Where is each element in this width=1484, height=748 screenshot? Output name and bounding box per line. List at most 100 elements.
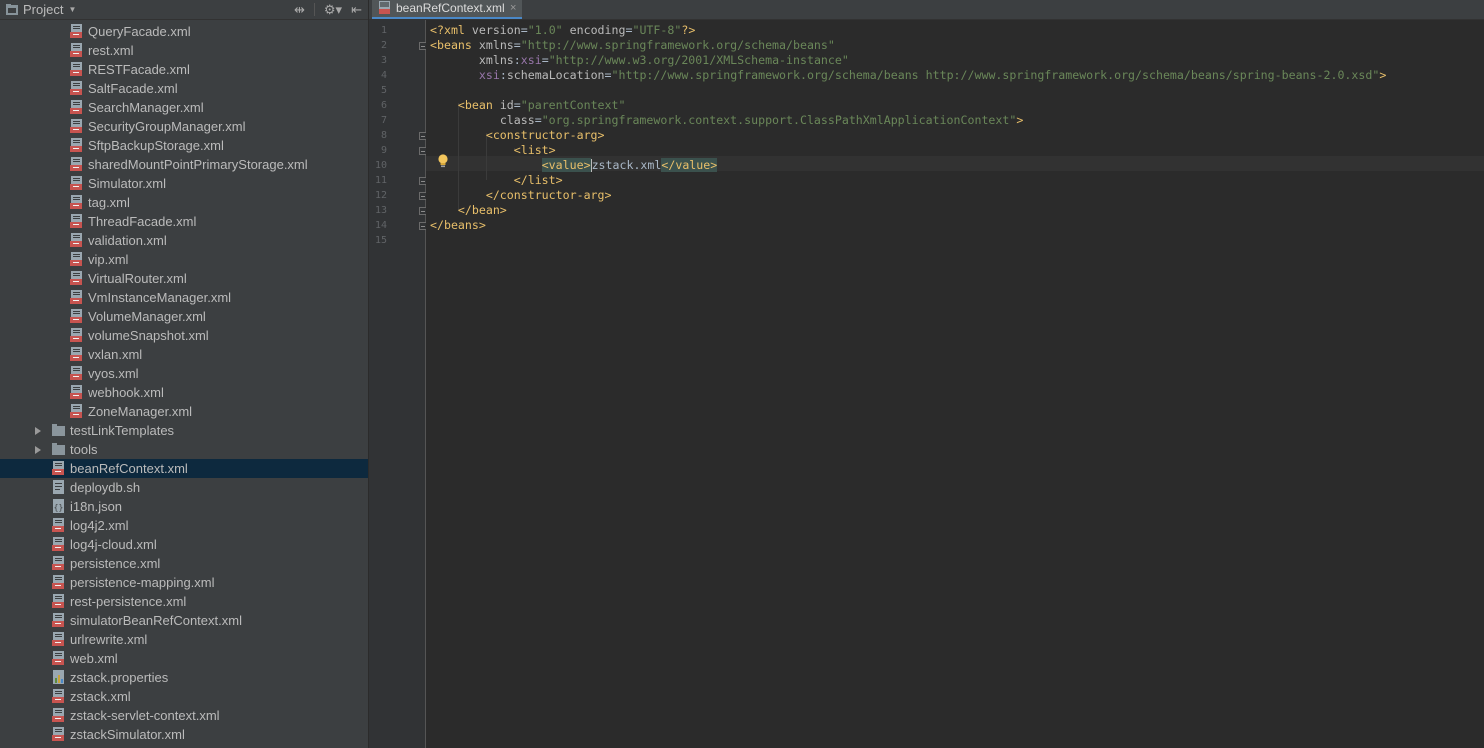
tree-file-item[interactable]: beanRefContext.xml [0, 459, 368, 478]
tab-beanrefcontext[interactable]: beanRefContext.xml × [372, 0, 522, 19]
tree-file-item[interactable]: persistence.xml [0, 554, 368, 573]
code-editor[interactable]: <?xml version="1.0" encoding="UTF-8"?> <b… [426, 20, 1484, 748]
code-line: </constructor-arg> [430, 188, 612, 203]
xml-file-icon [70, 404, 82, 418]
code-line: </beans> [430, 218, 486, 233]
tree-file-item[interactable]: SftpBackupStorage.xml [0, 136, 368, 155]
tree-file-item[interactable]: RESTFacade.xml [0, 60, 368, 79]
code-token: "http://www.w3.org/2001/XMLSchema-instan… [548, 53, 849, 67]
tree-file-item[interactable]: Simulator.xml [0, 174, 368, 193]
code-token: "1.0" [527, 23, 563, 37]
tree-file-item[interactable]: webhook.xml [0, 383, 368, 402]
tree-file-item[interactable]: web.xml [0, 649, 368, 668]
xml-file-icon [70, 195, 82, 209]
code-token: <?xml [430, 23, 472, 37]
tree-file-item[interactable]: vip.xml [0, 250, 368, 269]
tree-item-label: persistence.xml [70, 556, 161, 571]
tree-file-item[interactable]: deploydb.sh [0, 478, 368, 497]
line-number: 8 [380, 130, 387, 141]
json-file-icon: {} [53, 499, 64, 513]
tree-file-item[interactable]: validation.xml [0, 231, 368, 250]
editor-tab-bar: beanRefContext.xml × [369, 0, 1484, 20]
xml-file-icon [52, 556, 64, 570]
tree-file-item[interactable]: rest-persistence.xml [0, 592, 368, 611]
tree-item-label: tag.xml [88, 195, 130, 210]
tree-file-item[interactable]: VmInstanceManager.xml [0, 288, 368, 307]
line-number-gutter: 1 2 3 4 5 6 7 8 9 10 11 12 13 14 15 [369, 20, 427, 748]
line-number: 3 [380, 55, 387, 66]
code-token: = [534, 113, 542, 127]
close-icon[interactable]: × [510, 0, 516, 17]
tree-item-label: VmInstanceManager.xml [88, 290, 232, 305]
tree-file-item[interactable]: VolumeManager.xml [0, 307, 368, 326]
tree-item-label: testLinkTemplates [70, 423, 175, 438]
tree-file-item[interactable]: zstack-servlet-context.xml [0, 706, 368, 725]
tab-label: beanRefContext.xml [396, 1, 505, 15]
code-line: </bean> [430, 203, 507, 218]
tree-item-label: SearchManager.xml [88, 100, 204, 115]
tree-file-item[interactable]: ThreadFacade.xml [0, 212, 368, 231]
expand-arrow-icon[interactable] [35, 446, 41, 454]
tree-file-item[interactable]: SaltFacade.xml [0, 79, 368, 98]
project-view-label[interactable]: Project [23, 2, 63, 17]
tree-file-item[interactable]: zstack.properties [0, 668, 368, 687]
code-token: class [499, 113, 535, 127]
gear-icon[interactable]: ⚙▾ [324, 2, 342, 18]
folder-icon [52, 424, 65, 436]
tree-item-label: validation.xml [88, 233, 167, 248]
code-token: <constructor-arg> [485, 128, 605, 142]
tree-file-item[interactable]: log4j2.xml [0, 516, 368, 535]
tree-file-item[interactable]: SearchManager.xml [0, 98, 368, 117]
hide-panel-icon[interactable]: ⇤ [351, 2, 362, 18]
tree-file-item[interactable]: tag.xml [0, 193, 368, 212]
tree-item-label: VolumeManager.xml [88, 309, 206, 324]
tree-file-item[interactable]: volumeSnapshot.xml [0, 326, 368, 345]
code-token: zstack.xml [591, 158, 662, 172]
line-number: 1 [380, 25, 387, 36]
code-token: "parentContext" [520, 98, 626, 112]
tree-item-label: vyos.xml [88, 366, 139, 381]
tree-file-item[interactable]: sharedMountPointPrimaryStorage.xml [0, 155, 368, 174]
view-selector-chevron-icon[interactable]: ▼ [68, 5, 76, 14]
tree-file-item[interactable]: simulatorBeanRefContext.xml [0, 611, 368, 630]
expand-arrow-icon[interactable] [35, 427, 41, 435]
code-token: > [1379, 68, 1387, 82]
code-token: : [499, 68, 507, 82]
tree-file-item[interactable]: urlrewrite.xml [0, 630, 368, 649]
tree-folder-item[interactable]: tools [0, 440, 368, 459]
tree-file-item[interactable]: log4j-cloud.xml [0, 535, 368, 554]
tree-file-item[interactable]: SecurityGroupManager.xml [0, 117, 368, 136]
xml-file-icon [70, 385, 82, 399]
tree-folder-item[interactable]: testLinkTemplates [0, 421, 368, 440]
tree-file-item[interactable]: persistence-mapping.xml [0, 573, 368, 592]
tree-file-item[interactable]: {} i18n.json [0, 497, 368, 516]
tree-file-item[interactable]: VirtualRouter.xml [0, 269, 368, 288]
tree-item-label: zstack-servlet-context.xml [70, 708, 220, 723]
tree-file-item[interactable]: rest.xml [0, 41, 368, 60]
xml-file-icon [52, 727, 64, 741]
code-token: <value> [541, 158, 591, 172]
tree-item-label: zstack.properties [70, 670, 169, 685]
collapse-all-icon[interactable]: ⇹ [294, 2, 305, 18]
project-panel: Project ▼ ⇹ ⚙▾ ⇤ QueryFacade.xml rest.xml… [0, 0, 369, 748]
tree-file-item[interactable]: QueryFacade.xml [0, 22, 368, 41]
tree-file-item[interactable]: zstackSimulator.xml [0, 725, 368, 744]
tree-file-item[interactable]: ZoneManager.xml [0, 402, 368, 421]
intention-bulb-icon[interactable] [437, 154, 449, 168]
xml-file-icon [52, 689, 64, 703]
code-token: id [499, 98, 514, 112]
line-number: 5 [380, 85, 387, 96]
code-token: version [471, 23, 521, 37]
tree-item-label: SaltFacade.xml [88, 81, 178, 96]
tree-file-item[interactable]: zstack.xml [0, 687, 368, 706]
tree-file-item[interactable]: vyos.xml [0, 364, 368, 383]
code-token: = [513, 38, 521, 52]
code-token: = [520, 23, 528, 37]
project-panel-header: Project ▼ ⇹ ⚙▾ ⇤ [0, 0, 368, 20]
tree-file-item[interactable]: vxlan.xml [0, 345, 368, 364]
xml-file-icon [70, 309, 82, 323]
code-token: = [604, 68, 612, 82]
project-folder-icon [6, 4, 18, 15]
